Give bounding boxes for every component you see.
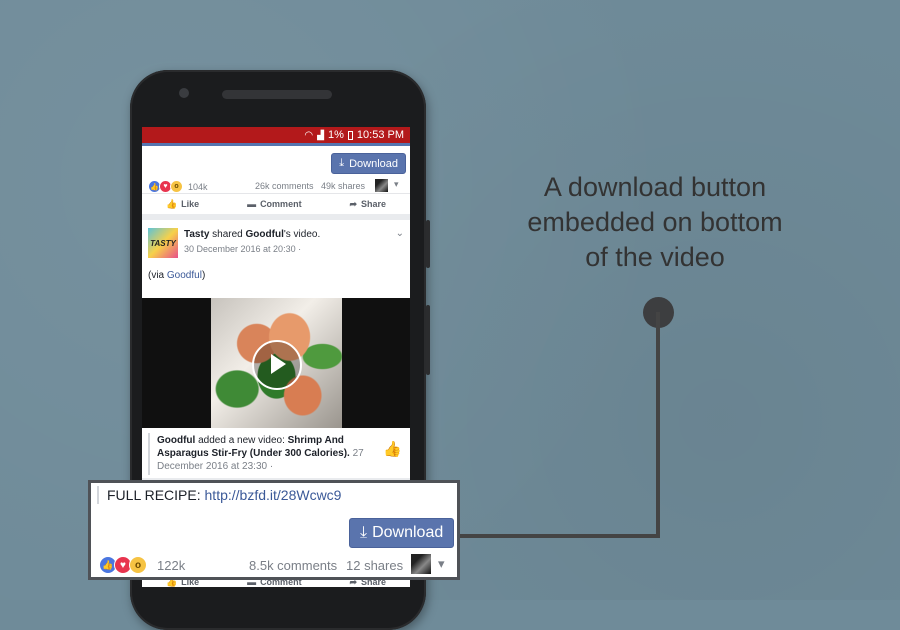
- volume-button[interactable]: [426, 220, 430, 268]
- timestamp[interactable]: 30 December 2016 at 20:30 ·: [184, 244, 301, 254]
- download-label: Download: [372, 524, 444, 541]
- quote-bar: [97, 486, 99, 504]
- share-arrow-icon: ➦: [349, 198, 358, 209]
- like-button[interactable]: 👍 Like: [166, 199, 199, 210]
- avatar[interactable]: TASTY: [148, 228, 178, 258]
- share-button[interactable]: ➦ Share: [349, 199, 386, 210]
- comment-count[interactable]: 8.5k comments: [249, 558, 337, 573]
- avatar[interactable]: [411, 554, 431, 574]
- author-link[interactable]: Tasty: [184, 229, 209, 240]
- signal-icon: ▟: [317, 129, 324, 140]
- status-time: 10:53 PM: [356, 129, 404, 141]
- wow-reaction-icon: o: [170, 180, 183, 193]
- chevron-down-icon[interactable]: ▾: [394, 179, 399, 190]
- chevron-down-icon[interactable]: ▾: [438, 556, 445, 572]
- connector-line: [460, 534, 660, 538]
- front-camera: [179, 88, 189, 98]
- comment-button[interactable]: ▬ Comment: [247, 199, 302, 209]
- reaction-summary[interactable]: 👍 ♥ o 104k: [148, 180, 208, 193]
- recipe-line: FULL RECIPE: http://bzfd.it/28Wcwc9: [107, 487, 342, 503]
- via-text: (via Goodful): [148, 270, 206, 281]
- download-button[interactable]: ⤓ Download: [349, 518, 455, 548]
- tasty-post-card: TASTY Tasty shared Goodful's video. 30 D…: [142, 220, 410, 298]
- play-icon[interactable]: [252, 340, 302, 390]
- reaction-count: 122k: [157, 557, 186, 573]
- download-label: Download: [349, 157, 398, 170]
- download-button[interactable]: ⤓ Download: [331, 153, 406, 174]
- top-post-actions: 👍 Like ▬ Comment ➦ Share: [142, 193, 410, 214]
- author-link[interactable]: Goodful: [157, 435, 195, 446]
- chevron-down-icon[interactable]: ⌄: [396, 228, 404, 239]
- wifi-icon: ◠: [304, 129, 314, 141]
- video-player[interactable]: [142, 298, 410, 428]
- wow-reaction-icon: o: [129, 556, 147, 574]
- via-link[interactable]: Goodful: [167, 270, 202, 281]
- earpiece-speaker: [222, 90, 332, 99]
- reaction-summary[interactable]: 👍 ♥ o 122k: [99, 556, 185, 574]
- comment-icon: ▬: [247, 199, 257, 209]
- post-header: Tasty shared Goodful's video.: [184, 229, 321, 240]
- embedded-post: Goodful added a new video: Shrimp And As…: [142, 428, 410, 478]
- annotation-caption: A download button embedded on bottom of …: [527, 172, 783, 272]
- status-bar: ◠ ▟ 1% 10:53 PM: [142, 127, 410, 143]
- thumbs-up-icon: 👍: [165, 198, 178, 209]
- share-count[interactable]: 49k shares: [321, 181, 365, 191]
- timestamp[interactable]: December 2016 at 23:30 ·: [157, 461, 273, 472]
- reaction-count: 104k: [188, 181, 208, 192]
- zoom-callout: FULL RECIPE: http://bzfd.it/28Wcwc9 ⤓ Do…: [88, 480, 460, 580]
- embedded-post-text: Goodful added a new video: Shrimp And As…: [157, 435, 364, 472]
- comment-count[interactable]: 26k comments: [255, 181, 314, 191]
- avatar-text: TASTY: [150, 238, 176, 248]
- download-icon: ⤓: [360, 524, 368, 541]
- battery-icon: [347, 130, 353, 140]
- power-button[interactable]: [426, 305, 430, 375]
- battery-percent: 1%: [328, 129, 344, 141]
- share-count[interactable]: 12 shares: [346, 558, 403, 573]
- source-link[interactable]: Goodful: [246, 229, 284, 240]
- connector-line: [656, 312, 660, 538]
- quote-bar: [148, 433, 150, 475]
- recipe-link[interactable]: http://bzfd.it/28Wcwc9: [205, 487, 342, 503]
- thumbs-up-icon[interactable]: 👍: [383, 440, 402, 458]
- avatar[interactable]: [375, 179, 388, 192]
- download-icon: ⤓: [339, 157, 345, 169]
